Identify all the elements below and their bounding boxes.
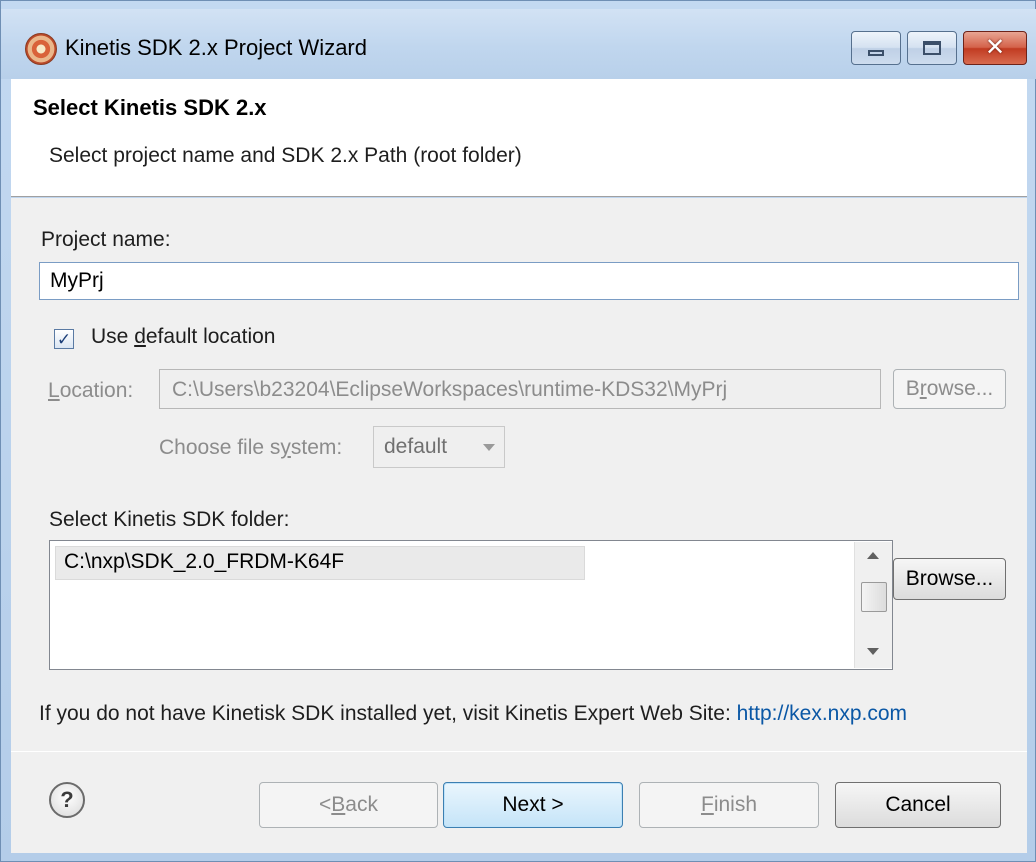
minimize-icon: [868, 50, 884, 56]
page-title: Select Kinetis SDK 2.x: [33, 95, 267, 120]
project-name-label: Project name:: [41, 228, 171, 251]
scroll-up-icon[interactable]: [867, 552, 879, 559]
chevron-down-icon: [483, 444, 495, 451]
sdk-folder-label: Select Kinetis SDK folder:: [49, 508, 290, 531]
close-icon: ✕: [984, 34, 1006, 61]
back-button: < Back: [259, 782, 438, 828]
footer-separator: [11, 751, 1027, 752]
wizard-body: Project name: MyPrj ✓ Use default locati…: [11, 198, 1027, 853]
sdk-folder-item[interactable]: C:\nxp\SDK_2.0_FRDM-K64F: [55, 546, 585, 580]
title-bar[interactable]: Kinetis SDK 2.x Project Wizard ✕: [1, 9, 1036, 79]
page-description: Select project name and SDK 2.x Path (ro…: [49, 144, 522, 167]
scroll-down-icon[interactable]: [867, 648, 879, 655]
sdk-info-text: If you do not have Kinetisk SDK installe…: [39, 702, 908, 725]
wizard-window: Kinetis SDK 2.x Project Wizard ✕ Select …: [0, 0, 1036, 862]
kex-link[interactable]: http://kex.nxp.com: [737, 702, 907, 725]
cancel-button[interactable]: Cancel: [835, 782, 1001, 828]
project-name-input[interactable]: MyPrj: [39, 262, 1019, 300]
sdk-folder-list[interactable]: C:\nxp\SDK_2.0_FRDM-K64F: [49, 540, 893, 670]
maximize-icon: [923, 41, 941, 55]
file-system-label: Choose file system:: [159, 436, 343, 459]
minimize-button[interactable]: [851, 31, 901, 65]
browse-location-button: Br owse...: [893, 369, 1006, 409]
scroll-thumb[interactable]: [861, 582, 887, 612]
finish-button: Finish: [639, 782, 819, 828]
sdk-list-scrollbar[interactable]: [854, 542, 892, 668]
maximize-button[interactable]: [907, 31, 957, 65]
location-label: Location:: [48, 379, 134, 402]
window-title: Kinetis SDK 2.x Project Wizard: [65, 35, 367, 60]
browse-sdk-button[interactable]: Browse...: [893, 558, 1006, 600]
wizard-header: Select Kinetis SDK 2.x Select project na…: [11, 79, 1027, 197]
help-icon[interactable]: ?: [49, 782, 85, 818]
next-button[interactable]: Next >: [443, 782, 623, 828]
checkmark-icon: ✓: [56, 329, 72, 349]
kinetis-app-icon: [25, 33, 57, 65]
close-button[interactable]: ✕: [963, 31, 1027, 65]
use-default-location-checkbox[interactable]: ✓: [54, 329, 74, 349]
use-default-location-label[interactable]: Use default location: [91, 325, 275, 349]
location-input: C:\Users\b23204\EclipseWorkspaces\runtim…: [159, 369, 881, 409]
